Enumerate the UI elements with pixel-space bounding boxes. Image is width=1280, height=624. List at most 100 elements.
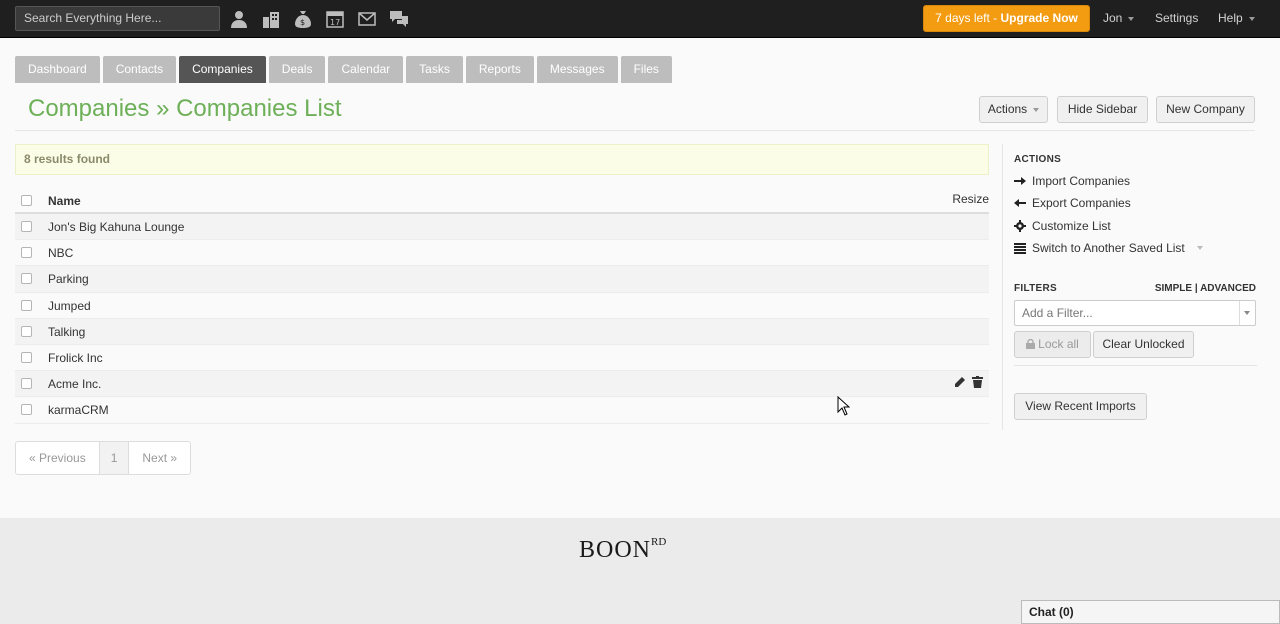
tab-files[interactable]: Files — [620, 56, 672, 83]
next-page-button[interactable]: Next » — [129, 442, 190, 474]
arrow-left-icon — [1014, 199, 1026, 207]
company-name-link[interactable]: Jumped — [48, 299, 91, 313]
help-menu[interactable]: Help — [1218, 11, 1255, 25]
chevron-down-icon — [1128, 16, 1135, 21]
row-checkbox[interactable] — [21, 221, 32, 232]
export-companies-link[interactable]: Export Companies — [1014, 196, 1131, 210]
customize-list-label: Customize List — [1032, 219, 1111, 233]
row-checkbox[interactable] — [21, 325, 32, 337]
chat-widget[interactable]: Chat (0) — [1021, 600, 1280, 624]
row-checkbox[interactable] — [21, 299, 32, 311]
money-bag-icon[interactable]: $ — [290, 8, 316, 30]
name-column-header[interactable]: Name — [48, 194, 81, 208]
lock-all-label: Lock all — [1038, 337, 1079, 351]
gear-icon — [1014, 220, 1026, 232]
tab-contacts[interactable]: Contacts — [102, 56, 177, 83]
export-companies-label: Export Companies — [1032, 196, 1131, 210]
tab-reports[interactable]: Reports — [465, 56, 534, 83]
table-body: Jon's Big Kahuna Lounge NBC Parking Jump… — [15, 214, 989, 424]
company-name-link[interactable]: Parking — [48, 272, 89, 286]
divider — [15, 130, 1255, 131]
table-row[interactable]: Parking — [15, 266, 989, 293]
chat-bubbles-icon[interactable] — [386, 8, 412, 30]
row-checkbox[interactable] — [21, 247, 32, 259]
lock-all-button[interactable]: Lock all — [1014, 331, 1091, 358]
svg-text:$: $ — [300, 18, 305, 27]
add-filter-select[interactable]: Add a Filter... — [1014, 300, 1256, 326]
company-name-link[interactable]: NBC — [48, 246, 73, 260]
pagination: « Previous 1 Next » — [15, 441, 192, 475]
simple-filter-link[interactable]: SIMPLE — [1155, 283, 1192, 294]
select-all-checkbox[interactable] — [21, 195, 32, 206]
clear-unlocked-button[interactable]: Clear Unlocked — [1093, 331, 1194, 358]
table-header: Name Resize — [15, 188, 989, 214]
row-checkbox[interactable] — [21, 378, 32, 390]
table-row[interactable]: NBC — [15, 240, 989, 267]
companies-table: Name Resize Jon's Big Kahuna Lounge NBC … — [15, 188, 989, 424]
import-companies-label: Import Companies — [1032, 174, 1131, 188]
tab-companies[interactable]: Companies — [179, 56, 266, 83]
svg-text:17: 17 — [330, 18, 340, 27]
sidebar: ACTIONS Import Companies Export Companie… — [1002, 144, 1257, 430]
actions-heading: ACTIONS — [1014, 154, 1062, 165]
chevron-down-icon — [1248, 16, 1255, 21]
current-page[interactable]: 1 — [99, 442, 130, 474]
company-name-link[interactable]: Jon's Big Kahuna Lounge — [48, 220, 184, 234]
lock-icon — [1026, 338, 1036, 349]
mouse-cursor-icon — [837, 396, 850, 416]
hide-sidebar-button[interactable]: Hide Sidebar — [1057, 96, 1148, 123]
table-row[interactable]: Jon's Big Kahuna Lounge — [15, 214, 989, 241]
new-company-button[interactable]: New Company — [1156, 96, 1255, 123]
chevron-down-icon — [1196, 246, 1203, 250]
top-navigation-bar: Search Everything Here... $ 17 7 days le… — [0, 0, 1280, 38]
row-checkbox[interactable] — [21, 351, 32, 363]
table-row[interactable]: Frolick Inc — [15, 345, 989, 372]
person-icon[interactable] — [226, 8, 252, 30]
view-recent-imports-button[interactable]: View Recent Imports — [1014, 393, 1147, 420]
boonrd-logo: BOONRD — [579, 536, 667, 563]
table-row[interactable]: Acme Inc. — [15, 371, 989, 398]
customize-list-link[interactable]: Customize List — [1014, 219, 1111, 233]
switch-saved-list-label: Switch to Another Saved List — [1032, 241, 1185, 255]
table-row[interactable]: Jumped — [15, 293, 989, 319]
user-menu[interactable]: Jon — [1103, 11, 1135, 25]
tab-deals[interactable]: Deals — [268, 56, 326, 83]
filters-heading: FILTERS — [1014, 283, 1058, 294]
filter-mode-switch: SIMPLE | ADVANCED — [1155, 283, 1256, 294]
row-checkbox[interactable] — [21, 404, 32, 416]
list-icon — [1014, 242, 1026, 254]
import-companies-link[interactable]: Import Companies — [1014, 174, 1130, 188]
results-count-banner: 8 results found — [15, 144, 989, 175]
divider — [1014, 365, 1257, 366]
resize-columns-link[interactable]: Resize — [952, 192, 989, 206]
company-name-link[interactable]: Frolick Inc — [48, 351, 103, 365]
switch-saved-list-link[interactable]: Switch to Another Saved List — [1014, 241, 1203, 255]
global-search-input[interactable]: Search Everything Here... — [15, 6, 220, 31]
company-name-link[interactable]: Talking — [48, 325, 85, 339]
tab-calendar[interactable]: Calendar — [328, 56, 404, 83]
calendar-icon[interactable]: 17 — [322, 8, 348, 30]
tab-dashboard[interactable]: Dashboard — [15, 56, 100, 83]
user-name: Jon — [1103, 11, 1123, 25]
company-name-link[interactable]: karmaCRM — [48, 403, 109, 417]
chevron-down-icon — [1239, 301, 1255, 325]
row-checkbox[interactable] — [21, 273, 32, 285]
previous-page-button[interactable]: « Previous — [16, 442, 100, 474]
table-row[interactable]: Talking — [15, 318, 989, 345]
help-label: Help — [1218, 11, 1243, 25]
pencil-icon[interactable] — [954, 376, 966, 391]
tab-tasks[interactable]: Tasks — [406, 56, 463, 83]
company-name-link[interactable]: Acme Inc. — [48, 377, 101, 391]
filter-mode-separator: | — [1194, 283, 1198, 294]
upgrade-button[interactable]: 7 days left - Upgrade Now — [923, 5, 1090, 32]
tab-messages[interactable]: Messages — [536, 56, 618, 83]
chevron-down-icon — [1033, 107, 1040, 112]
buildings-icon[interactable] — [258, 8, 284, 30]
settings-link[interactable]: Settings — [1155, 11, 1198, 25]
advanced-filter-link[interactable]: ADVANCED — [1200, 283, 1256, 294]
page-title: Companies » Companies List — [28, 95, 342, 122]
trash-icon[interactable] — [972, 376, 983, 391]
envelope-icon[interactable] — [354, 8, 380, 30]
upgrade-now-label: Upgrade Now — [1000, 11, 1078, 25]
actions-dropdown-button[interactable]: Actions — [979, 96, 1048, 123]
